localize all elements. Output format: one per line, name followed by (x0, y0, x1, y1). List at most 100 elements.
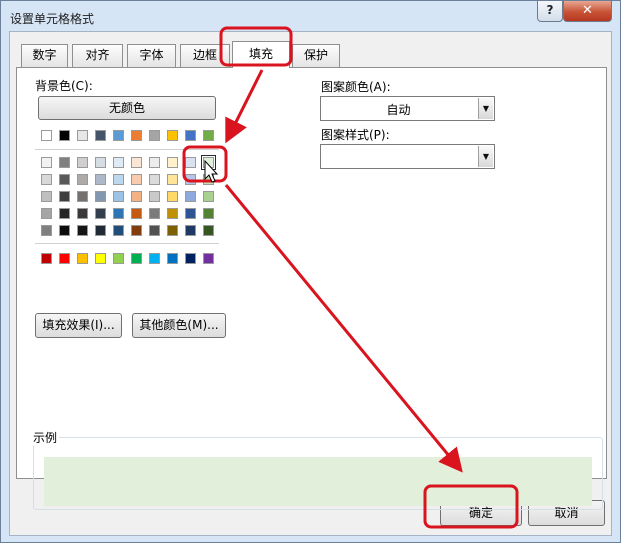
color-swatch-tint2-6[interactable] (149, 174, 160, 185)
pattern-style-select[interactable]: ▼ (320, 144, 495, 169)
close-button[interactable]: ✕ (563, 1, 612, 22)
color-swatch-tint1-4[interactable] (113, 157, 124, 168)
color-swatch-theme-7[interactable] (167, 130, 178, 141)
sample-group: 示例 (31, 429, 603, 510)
color-swatch-tint3-2[interactable] (77, 191, 88, 202)
help-button[interactable]: ? (537, 1, 563, 22)
color-swatch-tint5-1[interactable] (59, 225, 70, 236)
color-swatch-tint4-8[interactable] (185, 208, 196, 219)
color-swatch-tint5-2[interactable] (77, 225, 88, 236)
color-swatch-tint5-5[interactable] (131, 225, 142, 236)
color-swatch-tint3-0[interactable] (41, 191, 52, 202)
no-color-button[interactable]: 无颜色 (38, 96, 216, 120)
color-swatch-tint2-1[interactable] (59, 174, 70, 185)
color-swatch-tint1-7[interactable] (167, 157, 178, 168)
sample-label: 示例 (31, 429, 60, 446)
color-swatch-theme-2[interactable] (77, 130, 88, 141)
color-swatch-tint1-5[interactable] (131, 157, 142, 168)
color-swatch-tint1-3[interactable] (95, 157, 106, 168)
color-swatch-tint3-6[interactable] (149, 191, 160, 202)
color-swatch-theme-1[interactable] (59, 130, 70, 141)
color-swatch-tint4-7[interactable] (167, 208, 178, 219)
color-swatch-tint1-8[interactable] (185, 157, 196, 168)
color-swatch-tint1-9[interactable] (201, 155, 216, 170)
color-swatch-tint3-5[interactable] (131, 191, 142, 202)
tab-border[interactable]: 边框 (180, 44, 230, 67)
color-swatch-tint4-0[interactable] (41, 208, 52, 219)
color-swatch-tint2-2[interactable] (77, 174, 88, 185)
palette-separator (35, 149, 219, 150)
color-swatch-tint5-0[interactable] (41, 225, 52, 236)
pattern-color-label: 图案颜色(A): (321, 80, 391, 94)
fill-effects-button[interactable]: 填充效果(I)... (35, 313, 122, 338)
color-swatch-tint2-5[interactable] (131, 174, 142, 185)
color-swatch-theme-9[interactable] (203, 130, 214, 141)
color-swatch-tint4-6[interactable] (149, 208, 160, 219)
dropdown-arrow-icon[interactable]: ▼ (478, 146, 493, 167)
color-swatch-tint3-1[interactable] (59, 191, 70, 202)
color-swatch-tint2-8[interactable] (185, 174, 196, 185)
color-swatch-standard-7[interactable] (167, 253, 178, 264)
color-swatch-tint4-4[interactable] (113, 208, 124, 219)
color-swatch-theme-0[interactable] (41, 130, 52, 141)
color-swatch-theme-8[interactable] (185, 130, 196, 141)
color-swatch-standard-3[interactable] (95, 253, 106, 264)
color-swatch-theme-4[interactable] (113, 130, 124, 141)
color-swatch-tint4-5[interactable] (131, 208, 142, 219)
color-swatch-tint1-6[interactable] (149, 157, 160, 168)
color-swatch-tint2-9[interactable] (203, 174, 214, 185)
color-swatch-tint5-7[interactable] (167, 225, 178, 236)
color-swatch-standard-8[interactable] (185, 253, 196, 264)
color-swatch-tint5-8[interactable] (185, 225, 196, 236)
color-swatch-tint1-1[interactable] (59, 157, 70, 168)
color-swatch-tint3-4[interactable] (113, 191, 124, 202)
color-swatch-standard-0[interactable] (41, 253, 52, 264)
color-swatch-tint3-3[interactable] (95, 191, 106, 202)
tab-fill[interactable]: 填充 (232, 41, 290, 68)
color-swatch-standard-5[interactable] (131, 253, 142, 264)
color-swatch-tint2-0[interactable] (41, 174, 52, 185)
tab-alignment[interactable]: 对齐 (72, 44, 123, 67)
color-swatch-theme-6[interactable] (149, 130, 160, 141)
color-swatch-tint3-9[interactable] (203, 191, 214, 202)
help-icon: ? (546, 3, 554, 17)
color-swatch-standard-4[interactable] (113, 253, 124, 264)
tab-protection[interactable]: 保护 (292, 44, 340, 67)
color-swatch-theme-3[interactable] (95, 130, 106, 141)
tab-font[interactable]: 字体 (127, 44, 176, 67)
pattern-color-select[interactable]: 自动 ▼ (320, 96, 495, 121)
color-swatch-tint5-3[interactable] (95, 225, 106, 236)
tab-number[interactable]: 数字 (21, 44, 68, 67)
color-swatch-theme-5[interactable] (131, 130, 142, 141)
color-swatch-tint2-3[interactable] (95, 174, 106, 185)
window-title: 设置单元格格式 (10, 12, 95, 26)
sample-preview (44, 457, 592, 506)
pattern-color-value: 自动 (386, 103, 411, 117)
color-swatch-tint2-7[interactable] (167, 174, 178, 185)
color-swatch-tint3-8[interactable] (185, 191, 196, 202)
color-swatch-tint3-7[interactable] (167, 191, 178, 202)
palette-separator (35, 243, 219, 244)
color-swatch-tint1-2[interactable] (77, 157, 88, 168)
dialog-body: 数字 对齐 字体 边框 填充 保护 背景色(C): 无颜色 填充效果(I)...… (9, 31, 612, 536)
color-swatch-tint5-6[interactable] (149, 225, 160, 236)
dropdown-arrow-icon[interactable]: ▼ (478, 98, 493, 119)
background-color-label: 背景色(C): (35, 79, 93, 93)
color-swatch-tint1-0[interactable] (41, 157, 52, 168)
close-icon: ✕ (582, 3, 593, 18)
color-swatch-standard-6[interactable] (149, 253, 160, 264)
color-swatch-tint4-9[interactable] (203, 208, 214, 219)
color-swatch-tint2-4[interactable] (113, 174, 124, 185)
color-swatch-tint4-2[interactable] (77, 208, 88, 219)
color-swatch-standard-1[interactable] (59, 253, 70, 264)
color-swatch-standard-9[interactable] (203, 253, 214, 264)
color-swatch-tint4-1[interactable] (59, 208, 70, 219)
color-swatch-tint4-3[interactable] (95, 208, 106, 219)
pattern-style-label: 图案样式(P): (321, 128, 390, 142)
fill-panel: 背景色(C): 无颜色 填充效果(I)... 其他颜色(M)... 图案颜色(A… (16, 67, 607, 510)
color-swatch-standard-2[interactable] (77, 253, 88, 264)
title-bar[interactable]: 设置单元格格式 ? ✕ (1, 1, 620, 31)
color-swatch-tint5-4[interactable] (113, 225, 124, 236)
color-swatch-tint5-9[interactable] (203, 225, 214, 236)
more-colors-button[interactable]: 其他颜色(M)... (132, 313, 226, 338)
